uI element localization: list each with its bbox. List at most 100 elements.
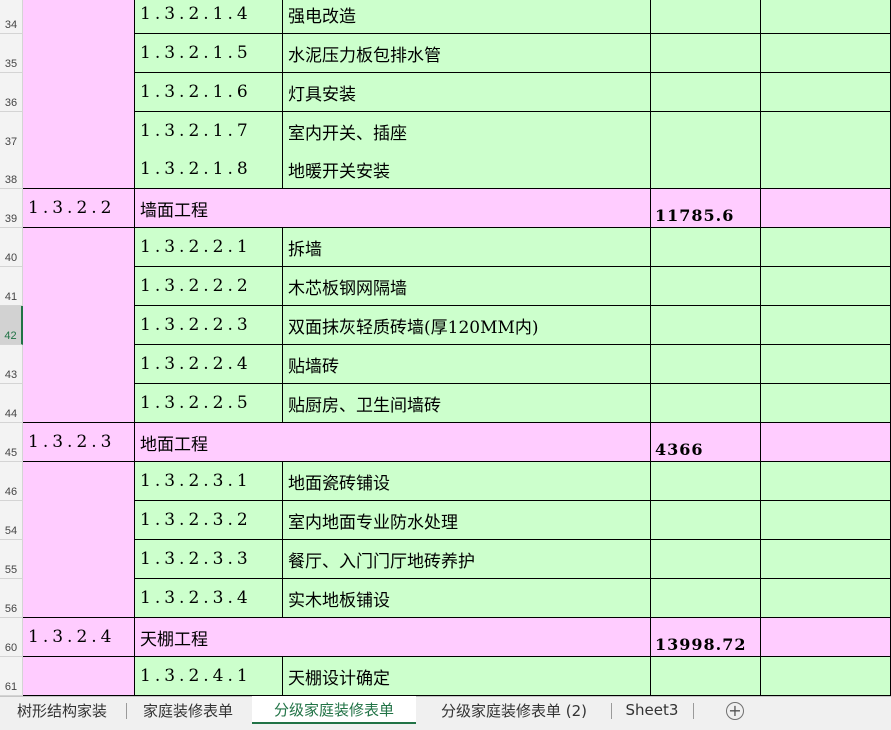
plus-circle-icon[interactable]: + — [726, 702, 744, 720]
row-header[interactable]: 60 — [0, 618, 23, 657]
item-code-cell[interactable]: 1.3.2.3.2 — [135, 501, 283, 540]
item-code-cell[interactable]: 1.3.2.2.2 — [135, 267, 283, 306]
group-name-cell[interactable]: 天棚工程 — [135, 618, 651, 657]
item-extra-cell[interactable] — [761, 112, 891, 151]
spreadsheet-grid[interactable]: 34 1.3.2.1.4 强电改造 35 1.3.2.1.5 水泥压力板包排水管 36 1.3… — [0, 0, 891, 696]
item-extra-cell[interactable] — [761, 657, 891, 696]
item-extra-cell[interactable] — [761, 34, 891, 73]
item-code-cell[interactable]: 1.3.2.3.1 — [135, 462, 283, 501]
sheet-tab-graded-home-decoration-form[interactable]: 分级家庭装修表单 — [252, 696, 416, 724]
group-amount-cell[interactable]: 13998.72 — [651, 618, 761, 657]
item-name-cell[interactable]: 强电改造 — [283, 0, 651, 34]
item-extra-cell[interactable] — [761, 150, 891, 189]
table-row: 61 1.3.2.4.1 天棚设计确定 — [0, 657, 891, 696]
item-extra-cell[interactable] — [761, 267, 891, 306]
item-code-cell[interactable]: 1.3.2.1.5 — [135, 34, 283, 73]
row-header[interactable]: 39 — [0, 189, 23, 228]
item-name-cell[interactable]: 贴厨房、卫生间墙砖 — [283, 384, 651, 423]
item-extra-cell[interactable] — [761, 579, 891, 618]
group-code-cell[interactable]: 1.3.2.4 — [23, 618, 135, 657]
item-amount-cell[interactable] — [651, 34, 761, 73]
row-header[interactable]: 42 — [0, 306, 23, 345]
row-header[interactable]: 36 — [0, 73, 23, 112]
item-code-cell[interactable]: 1.3.2.1.4 — [135, 0, 283, 34]
row-header[interactable]: 37 — [0, 112, 23, 151]
item-code-cell[interactable]: 1.3.2.2.3 — [135, 306, 283, 345]
row-header[interactable]: 54 — [0, 501, 23, 540]
group-amount-cell[interactable]: 11785.6 — [651, 189, 761, 228]
item-code-cell[interactable]: 1.3.2.1.6 — [135, 73, 283, 112]
row-header[interactable]: 45 — [0, 423, 23, 462]
row-header[interactable]: 35 — [0, 34, 23, 73]
row-header[interactable]: 43 — [0, 345, 23, 384]
item-amount-cell[interactable] — [651, 267, 761, 306]
table-row: 56 1.3.2.3.4 实木地板铺设 — [0, 579, 891, 618]
item-name-cell[interactable]: 贴墙砖 — [283, 345, 651, 384]
item-amount-cell[interactable] — [651, 462, 761, 501]
item-name-cell[interactable]: 地暖开关安装 — [283, 150, 651, 189]
item-extra-cell[interactable] — [761, 540, 891, 579]
item-name-cell[interactable]: 室内开关、插座 — [283, 112, 651, 151]
item-extra-cell[interactable] — [761, 345, 891, 384]
row-header[interactable]: 61 — [0, 657, 23, 696]
item-amount-cell[interactable] — [651, 540, 761, 579]
item-amount-cell[interactable] — [651, 0, 761, 34]
row-header[interactable]: 55 — [0, 540, 23, 579]
group-extra-cell[interactable] — [761, 423, 891, 462]
item-amount-cell[interactable] — [651, 501, 761, 540]
row-header[interactable]: 34 — [0, 0, 23, 34]
group-row: 39 1.3.2.2 墙面工程 11785.6 — [0, 189, 891, 228]
item-extra-cell[interactable] — [761, 501, 891, 540]
group-name-cell[interactable]: 墙面工程 — [135, 189, 651, 228]
row-header[interactable]: 40 — [0, 228, 23, 267]
item-amount-cell[interactable] — [651, 112, 761, 151]
item-name-cell[interactable]: 灯具安装 — [283, 73, 651, 112]
row-header[interactable]: 46 — [0, 462, 23, 501]
item-extra-cell[interactable] — [761, 306, 891, 345]
item-amount-cell[interactable] — [651, 73, 761, 112]
row-header[interactable]: 41 — [0, 267, 23, 306]
item-code-cell[interactable]: 1.3.2.2.1 — [135, 228, 283, 267]
item-extra-cell[interactable] — [761, 462, 891, 501]
item-name-cell[interactable]: 实木地板铺设 — [283, 579, 651, 618]
row-header[interactable]: 38 — [0, 150, 23, 189]
item-code-cell[interactable]: 1.3.2.3.3 — [135, 540, 283, 579]
item-amount-cell[interactable] — [651, 579, 761, 618]
sheet-tab-sheet3[interactable]: Sheet3 — [616, 697, 688, 723]
group-amount-cell[interactable]: 4366 — [651, 423, 761, 462]
row-header[interactable]: 44 — [0, 384, 23, 423]
group-name-cell[interactable]: 地面工程 — [135, 423, 651, 462]
group-code-cell[interactable]: 1.3.2.3 — [23, 423, 135, 462]
item-name-cell[interactable]: 天棚设计确定 — [283, 657, 651, 696]
item-amount-cell[interactable] — [651, 345, 761, 384]
item-amount-cell[interactable] — [651, 150, 761, 189]
group-extra-cell[interactable] — [761, 189, 891, 228]
row-header[interactable]: 56 — [0, 579, 23, 618]
item-name-cell[interactable]: 双面抹灰轻质砖墙(厚120MM内) — [283, 306, 651, 345]
sheet-tab-tree-structure[interactable]: 树形结构家装 — [4, 697, 120, 723]
sheet-tab-home-decoration-form[interactable]: 家庭装修表单 — [130, 697, 246, 723]
item-code-cell[interactable]: 1.3.2.2.5 — [135, 384, 283, 423]
item-code-cell[interactable]: 1.3.2.2.4 — [135, 345, 283, 384]
item-amount-cell[interactable] — [651, 657, 761, 696]
item-amount-cell[interactable] — [651, 384, 761, 423]
item-code-cell[interactable]: 1.3.2.4.1 — [135, 657, 283, 696]
item-name-cell[interactable]: 木芯板钢网隔墙 — [283, 267, 651, 306]
item-code-cell[interactable]: 1.3.2.3.4 — [135, 579, 283, 618]
group-extra-cell[interactable] — [761, 618, 891, 657]
sheet-tab-graded-home-decoration-form-2[interactable]: 分级家庭装修表单 (2) — [422, 697, 606, 723]
item-name-cell[interactable]: 室内地面专业防水处理 — [283, 501, 651, 540]
item-extra-cell[interactable] — [761, 384, 891, 423]
item-name-cell[interactable]: 拆墙 — [283, 228, 651, 267]
group-code-cell[interactable]: 1.3.2.2 — [23, 189, 135, 228]
item-name-cell[interactable]: 水泥压力板包排水管 — [283, 34, 651, 73]
item-code-cell[interactable]: 1.3.2.1.7 — [135, 112, 283, 151]
item-extra-cell[interactable] — [761, 73, 891, 112]
item-extra-cell[interactable] — [761, 0, 891, 34]
item-amount-cell[interactable] — [651, 228, 761, 267]
item-name-cell[interactable]: 地面瓷砖铺设 — [283, 462, 651, 501]
item-code-cell[interactable]: 1.3.2.1.8 — [135, 150, 283, 189]
item-extra-cell[interactable] — [761, 228, 891, 267]
item-name-cell[interactable]: 餐厅、入门门厅地砖养护 — [283, 540, 651, 579]
item-amount-cell[interactable] — [651, 306, 761, 345]
